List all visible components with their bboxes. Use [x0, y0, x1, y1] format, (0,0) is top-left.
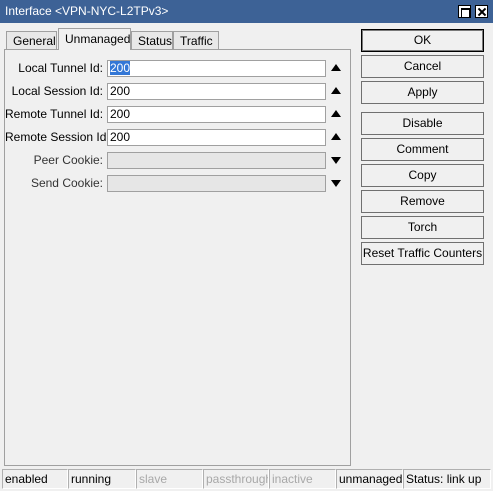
- send-cookie-label: Send Cookie:: [30, 176, 103, 190]
- tab-general[interactable]: General: [6, 31, 57, 49]
- peer-cookie-field[interactable]: [107, 152, 326, 169]
- copy-button[interactable]: Copy: [361, 164, 484, 187]
- status-passthrough: passthrough: [203, 469, 269, 489]
- status-running: running: [68, 469, 136, 489]
- status-inactive: inactive: [269, 469, 336, 489]
- local-session-id-field[interactable]: 200: [107, 83, 326, 100]
- collapse-arrow-icon[interactable]: [331, 64, 341, 71]
- reset-traffic-counters-button[interactable]: Reset Traffic Counters: [361, 242, 484, 265]
- remote-session-id-field[interactable]: 200: [107, 129, 326, 146]
- expand-arrow-icon[interactable]: [331, 180, 341, 187]
- remove-button[interactable]: Remove: [361, 190, 484, 213]
- tab-traffic[interactable]: Traffic: [173, 31, 219, 49]
- unmanaged-panel: Local Tunnel Id: 200 Local Session Id: 2…: [4, 49, 351, 466]
- local-tunnel-id-value: 200: [110, 61, 131, 75]
- status-enabled: enabled: [2, 469, 68, 489]
- status-unmanaged: unmanaged: [336, 469, 403, 489]
- send-cookie-field[interactable]: [107, 175, 326, 192]
- remote-tunnel-id-label: Remote Tunnel Id:: [5, 107, 104, 121]
- close-icon[interactable]: [475, 5, 488, 18]
- tab-status[interactable]: Status: [131, 31, 173, 49]
- status-bar: enabled running slave passthrough inacti…: [2, 469, 491, 489]
- collapse-arrow-icon[interactable]: [331, 87, 341, 94]
- remote-tunnel-id-field[interactable]: 200: [107, 106, 326, 123]
- cancel-button[interactable]: Cancel: [361, 55, 484, 78]
- expand-arrow-icon[interactable]: [331, 157, 341, 164]
- local-tunnel-id-label: Local Tunnel Id:: [18, 61, 103, 75]
- status-link: Status: link up: [403, 469, 491, 489]
- apply-button[interactable]: Apply: [361, 81, 484, 104]
- collapse-arrow-icon[interactable]: [331, 110, 341, 117]
- interface-window: Interface <VPN-NYC-L2TPv3> General Unman…: [0, 0, 493, 491]
- tab-unmanaged[interactable]: Unmanaged: [58, 28, 131, 50]
- torch-button[interactable]: Torch: [361, 216, 484, 239]
- collapse-arrow-icon[interactable]: [331, 133, 341, 140]
- peer-cookie-label: Peer Cookie:: [33, 153, 103, 167]
- disable-button[interactable]: Disable: [361, 112, 484, 135]
- window-title: Interface <VPN-NYC-L2TPv3>: [5, 4, 169, 18]
- local-tunnel-id-field[interactable]: 200: [107, 60, 326, 77]
- local-session-id-label: Local Session Id:: [11, 84, 103, 98]
- remote-session-id-label: Remote Session Id:: [5, 130, 110, 144]
- title-bar[interactable]: Interface <VPN-NYC-L2TPv3>: [0, 0, 493, 23]
- comment-button[interactable]: Comment: [361, 138, 484, 161]
- restore-icon[interactable]: [458, 5, 471, 18]
- status-slave: slave: [136, 469, 203, 489]
- ok-button[interactable]: OK: [361, 29, 484, 52]
